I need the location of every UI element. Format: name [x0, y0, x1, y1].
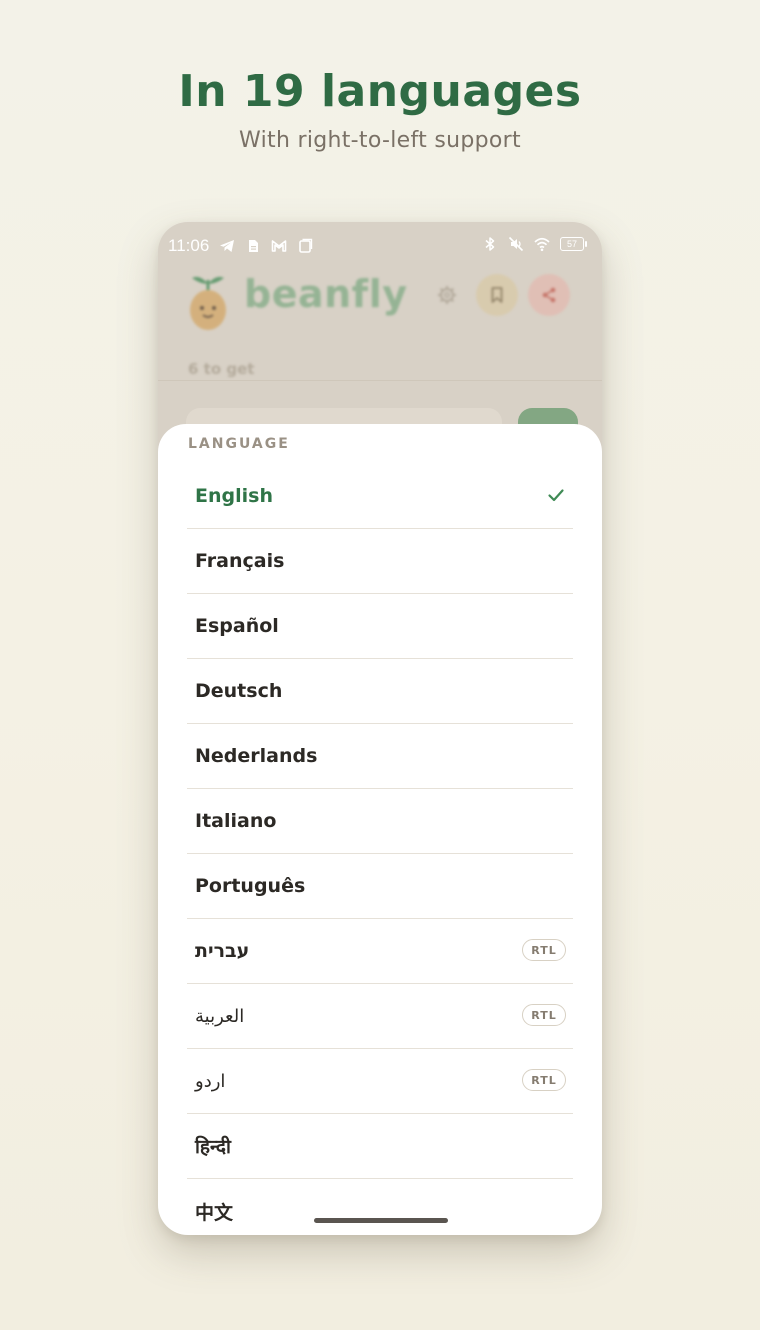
- language-label: Português: [195, 875, 306, 897]
- language-label: עברית: [195, 940, 250, 962]
- bluetooth-icon: [485, 237, 495, 251]
- language-item-italian[interactable]: Italiano: [187, 789, 573, 854]
- language-label: Italiano: [195, 810, 277, 832]
- language-item-dutch[interactable]: Nederlands: [187, 724, 573, 789]
- mascot-icon: [190, 276, 226, 330]
- rtl-badge: RTL: [522, 939, 566, 961]
- language-label: Deutsch: [195, 680, 283, 702]
- bookmark-icon: [491, 287, 503, 303]
- app-brand: beanfly: [244, 272, 408, 316]
- language-item-chinese[interactable]: 中文: [187, 1179, 573, 1235]
- language-item-spanish[interactable]: Español: [187, 594, 573, 659]
- app-header: beanfly 6 to get: [158, 262, 602, 382]
- language-label: 中文: [195, 1201, 234, 1224]
- share-icon: [542, 287, 556, 303]
- language-item-hebrew[interactable]: עברית RTL: [187, 919, 573, 984]
- language-item-french[interactable]: Français: [187, 529, 573, 594]
- wifi-icon: [534, 237, 550, 252]
- header-divider: [158, 380, 602, 381]
- language-item-hindi[interactable]: हिन्दी: [187, 1114, 573, 1179]
- language-label: اردو: [195, 1070, 226, 1092]
- rtl-badge: RTL: [522, 1004, 566, 1026]
- language-label: Español: [195, 615, 279, 637]
- language-sheet: LANGUAGE English Français Español Deutsc…: [158, 424, 602, 1235]
- to-get-count: 6 to get: [188, 360, 255, 378]
- gear-icon: [438, 286, 456, 304]
- language-item-arabic[interactable]: العربية RTL: [187, 984, 573, 1049]
- home-indicator[interactable]: [314, 1218, 448, 1223]
- language-label: Nederlands: [195, 745, 318, 767]
- promo-headline: In 19 languages: [178, 66, 582, 117]
- language-item-german[interactable]: Deutsch: [187, 659, 573, 724]
- language-item-english[interactable]: English: [187, 464, 573, 529]
- bookmark-button[interactable]: [476, 274, 518, 316]
- language-label: English: [195, 485, 273, 507]
- status-time: 11:06: [168, 236, 210, 255]
- language-item-urdu[interactable]: اردو RTL: [187, 1049, 573, 1114]
- rtl-badge: RTL: [522, 1069, 566, 1091]
- language-label: Français: [195, 550, 285, 572]
- document-icon: [249, 240, 259, 252]
- sheet-title: LANGUAGE: [188, 436, 290, 452]
- language-item-portuguese[interactable]: Português: [187, 854, 573, 919]
- telegram-icon: [220, 240, 235, 252]
- settings-button[interactable]: [426, 274, 468, 316]
- language-label: हिन्दी: [195, 1136, 231, 1158]
- battery-icon: 57: [560, 237, 587, 251]
- copy-icon: [299, 238, 313, 253]
- gmail-icon: [271, 240, 287, 252]
- checkmark-icon: [548, 489, 564, 502]
- share-button[interactable]: [528, 274, 570, 316]
- language-label: العربية: [195, 1005, 245, 1027]
- promo-subhead: With right-to-left support: [239, 128, 521, 153]
- mute-icon: [508, 236, 524, 252]
- phone-screen: 11:06 57 beanfly 6 to get LANGUAGE Engli…: [158, 222, 602, 1235]
- language-list: English Français Español Deutsch Nederla…: [187, 464, 573, 1235]
